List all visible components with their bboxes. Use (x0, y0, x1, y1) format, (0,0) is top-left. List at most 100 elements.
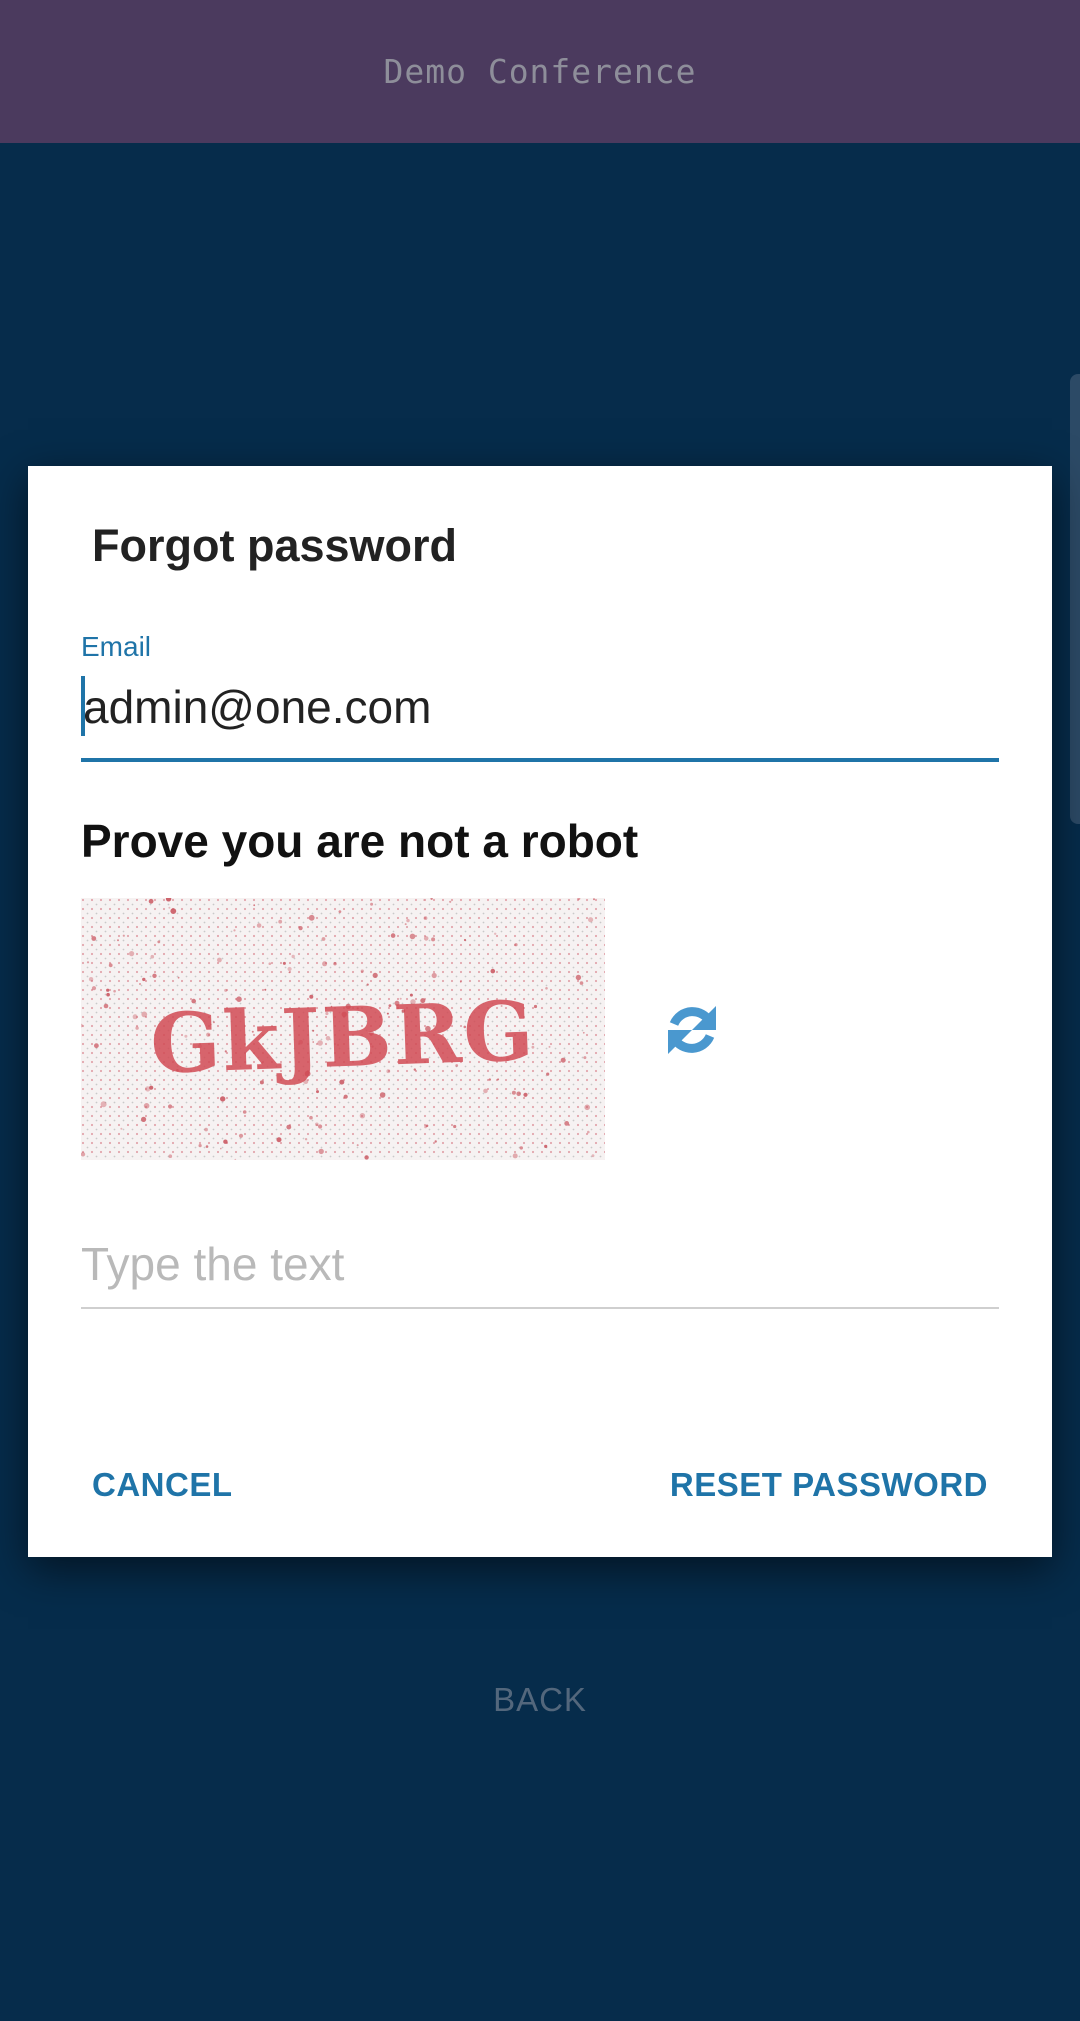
captcha-noise-dot (81, 1152, 86, 1157)
captcha-noise-dot (545, 987, 548, 990)
captcha-noise-dot (511, 1090, 516, 1095)
captcha-noise-dot (120, 1127, 123, 1130)
captcha-noise-dot (106, 988, 110, 992)
email-label: Email (81, 631, 152, 662)
refresh-captcha-button[interactable] (652, 990, 732, 1070)
captcha-input[interactable] (81, 1229, 999, 1299)
captcha-noise-dot (343, 1094, 348, 1099)
captcha-noise-dot (564, 1121, 570, 1126)
captcha-noise-dot (168, 1104, 173, 1109)
captcha-noise-dot (587, 1130, 590, 1134)
captcha-noise-dot (278, 919, 283, 924)
captcha-noise-dot (423, 936, 429, 941)
captcha-text: GkJBRG (149, 983, 537, 1092)
background-side-panel-edge (1070, 374, 1080, 824)
captcha-noise-dot (593, 898, 595, 901)
captcha-noise-dot (108, 963, 113, 968)
captcha-noise-dot (453, 1124, 457, 1129)
captcha-noise-dot (364, 1155, 369, 1160)
captcha-noise-dot (170, 908, 177, 914)
captcha-noise-dot (322, 961, 328, 967)
captcha-noise-dot (424, 1125, 427, 1129)
captcha-noise-dot (544, 1144, 548, 1148)
captcha-noise-dot (560, 1057, 566, 1063)
captcha-noise-dot (177, 976, 180, 979)
captcha-noise-dot (157, 940, 161, 944)
captcha-noise-dot (512, 1153, 518, 1159)
captcha-noise-dot (321, 937, 326, 941)
captcha-noise-dot (198, 1144, 202, 1148)
captcha-noise-dot (338, 910, 342, 913)
captcha-noise-dot (463, 938, 467, 942)
captcha-noise-dot (582, 1031, 585, 1034)
captcha-noise-dot (309, 1115, 313, 1120)
captcha-noise-dot (390, 933, 396, 938)
captcha-noise-dot (588, 917, 594, 923)
app-title: Demo Conference (383, 52, 697, 91)
captcha-noise-dot (575, 974, 582, 981)
captcha-noise-dot (591, 1154, 595, 1158)
captcha-noise-dot (220, 1147, 222, 1150)
captcha-noise-dot (318, 1148, 324, 1155)
captcha-noise-dot (516, 1091, 521, 1097)
captcha-heading: Prove you are not a robot (81, 815, 639, 867)
captcha-noise-dot (132, 1014, 138, 1020)
captcha-noise-dot (548, 1045, 551, 1048)
captcha-noise-dot (106, 992, 110, 997)
captcha-noise-dot (406, 918, 410, 923)
captcha-noise-dot (483, 1088, 488, 1094)
forgot-password-dialog: Forgot password Email admin@one.com Prov… (28, 466, 1052, 1557)
captcha-noise-dot (141, 1116, 147, 1122)
captcha-noise-dot (91, 936, 97, 941)
captcha-noise-dot (431, 972, 437, 979)
captcha-noise-dot (370, 902, 374, 906)
background-back-button: BACK (493, 1681, 587, 1718)
captcha-noise-dot (579, 981, 584, 985)
captcha-noise-dot (360, 969, 364, 973)
captcha-noise-dot (409, 933, 416, 940)
captcha-input-field[interactable] (81, 1229, 999, 1309)
captcha-noise-dot (103, 1003, 109, 1009)
captcha-noise-dot (282, 961, 286, 965)
captcha-noise-dot (253, 904, 256, 907)
cancel-button[interactable]: CANCEL (82, 1458, 243, 1512)
captcha-noise-dot (514, 943, 518, 947)
captcha-noise-dot (291, 954, 295, 959)
app-header: Demo Conference (0, 0, 1080, 143)
captcha-noise-dot (583, 1056, 587, 1060)
captcha-noise-dot (287, 966, 292, 972)
captcha-noise-dot (304, 1138, 308, 1141)
captcha-noise-dot (91, 986, 97, 991)
captcha-noise-dot (423, 916, 428, 920)
captcha-noise-dot (117, 939, 119, 942)
captcha-noise-dot (276, 1137, 282, 1143)
captcha-noise-dot (459, 980, 462, 983)
captcha-noise-dot (404, 923, 407, 926)
captcha-noise-dot (148, 898, 154, 904)
captcha-noise-dot (233, 929, 236, 932)
captcha-noise-dot (333, 962, 337, 966)
captcha-noise-dot (519, 1146, 523, 1150)
captcha-noise-dot (490, 968, 496, 974)
captcha-noise-dot (449, 900, 452, 903)
captcha-noise-dot (264, 988, 267, 991)
captcha-noise-dot (359, 1113, 366, 1119)
captcha-image: GkJBRG (81, 898, 605, 1160)
captcha-noise-dot (150, 954, 155, 959)
captcha-noise-dot (86, 961, 90, 964)
captcha-noise-dot (546, 1072, 550, 1076)
captcha-noise-dot (129, 951, 135, 957)
captcha-noise-dot (142, 977, 146, 982)
captcha-noise-dot (217, 957, 222, 963)
email-field[interactable]: admin@one.com (81, 676, 999, 762)
captcha-noise-dot (315, 1122, 319, 1127)
reset-password-button[interactable]: RESET PASSWORD (660, 1458, 998, 1512)
captcha-noise-dot (256, 923, 262, 928)
captcha-noise-dot (494, 932, 497, 935)
captcha-noise-dot (316, 1090, 319, 1094)
captcha-noise-dot (584, 1104, 590, 1111)
captcha-noise-dot (298, 926, 303, 931)
captcha-noise-dot (100, 1101, 107, 1108)
captcha-noise-dot (242, 1110, 247, 1114)
captcha-noise-dot (223, 1139, 228, 1144)
